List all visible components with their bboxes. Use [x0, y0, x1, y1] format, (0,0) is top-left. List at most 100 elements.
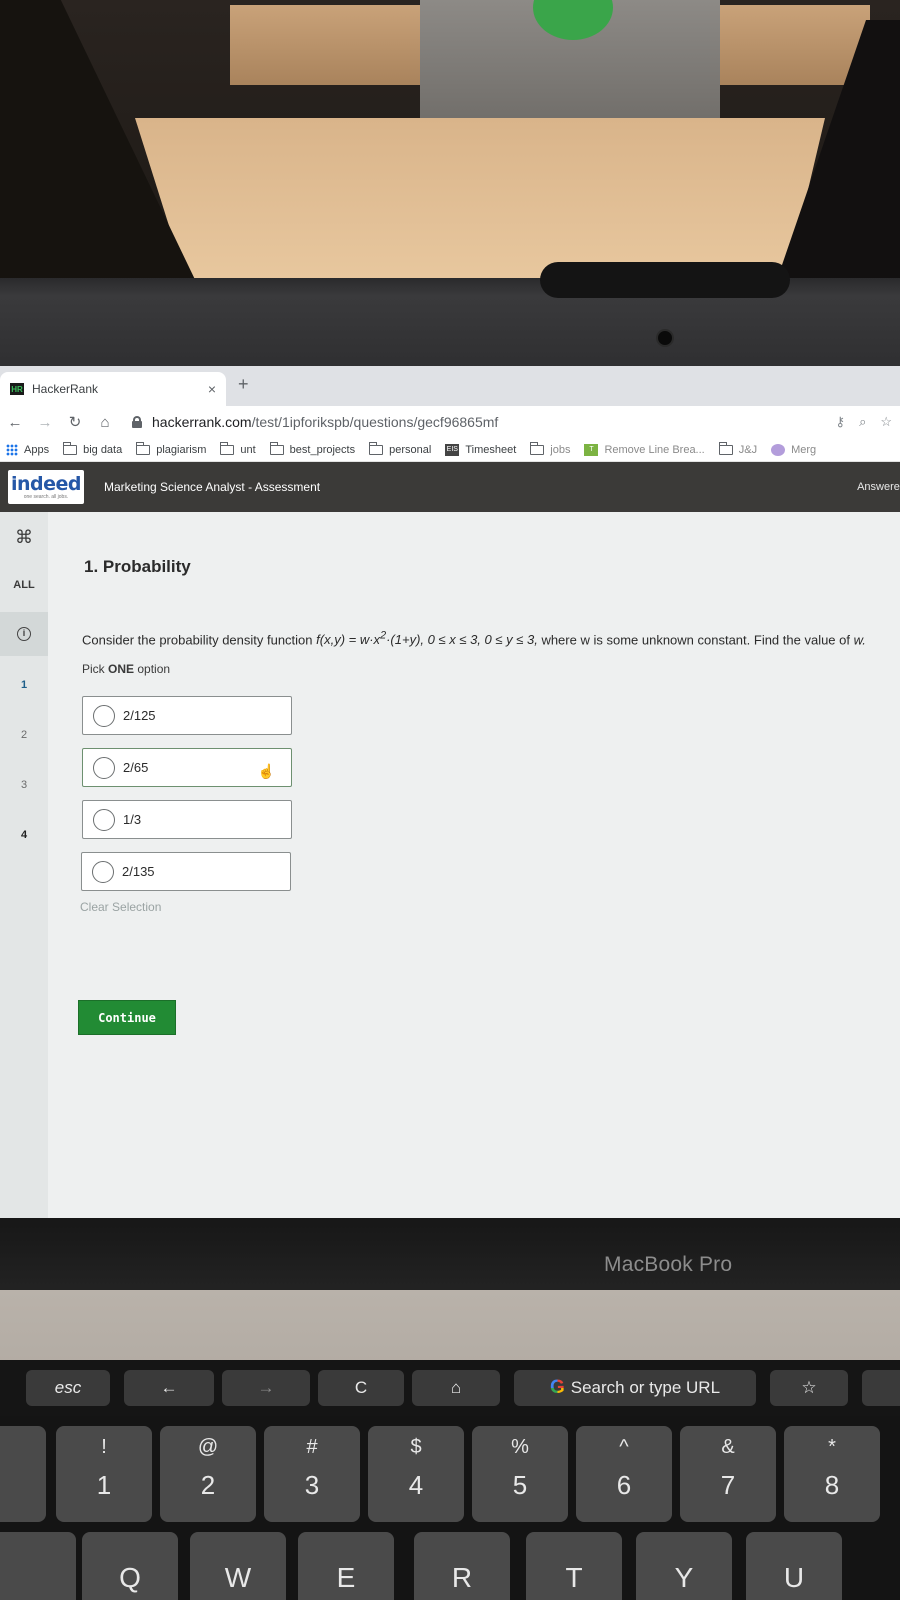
key-symbol: # — [306, 1436, 318, 1458]
key-number: 7 — [720, 1470, 736, 1500]
key-e[interactable]: E — [298, 1532, 394, 1600]
sidebar-item-question-4[interactable]: 4 — [0, 820, 48, 850]
sidebar-item-question-3[interactable]: 3 — [0, 770, 48, 800]
option-label: 2/65 — [123, 760, 149, 775]
sidebar-item-question-1[interactable]: 1 — [0, 670, 48, 700]
touchbar-forward-icon[interactable]: → — [222, 1370, 310, 1406]
key-icon[interactable]: ⚷ — [836, 414, 846, 430]
key-symbol: ^ — [619, 1436, 629, 1458]
bookmark-label: Merg — [791, 443, 817, 456]
question-formula: f(x,y) = w·x2·(1+y), 0 ≤ x ≤ 3, 0 ≤ y ≤ … — [316, 630, 538, 647]
key-1[interactable]: ! 1 — [56, 1426, 152, 1522]
option-2-65[interactable]: 2/65 ☝ — [82, 748, 292, 787]
bookmark-best-projects[interactable]: best_projects — [269, 441, 356, 456]
reload-icon[interactable]: ↻ — [60, 413, 90, 431]
merge-icon — [771, 443, 786, 456]
radio-button[interactable] — [93, 704, 115, 727]
logo-word: indeed — [10, 472, 82, 495]
key-letter: R — [451, 1562, 473, 1593]
touchbar-extra-key[interactable] — [862, 1370, 900, 1406]
option-2-125[interactable]: 2/125 — [82, 696, 292, 735]
url-path: /test/1ipforikspb/questions/gecf96865mf — [251, 414, 499, 430]
bookmark-personal[interactable]: personal — [369, 441, 431, 456]
laptop-screen: HR HackerRank × + ← → ↻ ⌂ hackerrank.com… — [0, 366, 900, 1218]
key-number: 4 — [408, 1470, 424, 1500]
forward-arrow-icon[interactable]: → — [30, 414, 60, 431]
tab-title: HackerRank — [32, 382, 99, 396]
laptop-bottom-bezel — [0, 1218, 900, 1300]
key-q[interactable]: Q — [82, 1532, 178, 1600]
folder-icon — [269, 441, 284, 455]
key-8[interactable]: * 8 — [784, 1426, 880, 1522]
touchbar-search-field[interactable]: G Search or type URL — [514, 1370, 756, 1406]
touchbar-home-icon[interactable]: ⌂ — [412, 1370, 500, 1406]
touchbar-star-icon[interactable]: ☆ — [770, 1370, 848, 1406]
folder-icon — [369, 441, 384, 455]
option-1-3[interactable]: 1/3 — [82, 800, 292, 839]
touchbar-reload-icon[interactable]: C — [318, 1370, 404, 1406]
bookmark-apps[interactable]: Apps — [6, 443, 49, 456]
assessment-title: Marketing Science Analyst - Assessment — [104, 480, 321, 494]
bookmark-timesheet[interactable]: EIS Timesheet — [445, 443, 517, 456]
radio-button[interactable] — [93, 808, 115, 831]
touchbar-back-icon[interactable]: ← — [124, 1370, 214, 1406]
key-3[interactable]: #3 — [264, 1426, 360, 1522]
key-t[interactable]: T — [526, 1532, 622, 1600]
option-2-135[interactable]: 2/135 — [81, 852, 291, 891]
key-symbol: * — [828, 1436, 836, 1458]
bookmark-star-icon[interactable]: ☆ — [880, 414, 892, 430]
key-symbol: ! — [101, 1436, 107, 1458]
question-sidebar: ⌘ ALL i 1 2 3 4 — [0, 512, 48, 1218]
back-arrow-icon[interactable]: ← — [0, 414, 30, 431]
new-tab-button[interactable]: + — [238, 374, 249, 395]
key-y[interactable]: Y — [636, 1532, 732, 1600]
bookmark-unt[interactable]: unt — [220, 441, 256, 456]
key-2[interactable]: @2 — [160, 1426, 256, 1522]
address-bar[interactable]: hackerrank.com/test/1ipforikspb/question… — [152, 414, 836, 430]
sidebar-item-all[interactable]: ALL — [0, 570, 48, 600]
touchbar-esc-key[interactable]: esc — [26, 1370, 110, 1406]
key-6[interactable]: ^ 6 — [576, 1426, 672, 1522]
key-letter: T — [565, 1562, 583, 1593]
hand-pointer-icon: ☝ — [257, 763, 275, 779]
option-label: 1/3 — [123, 812, 142, 827]
t-icon: T — [584, 443, 599, 456]
bookmark-remove-line-breaks[interactable]: T Remove Line Brea... — [584, 443, 705, 456]
close-icon[interactable]: × — [208, 381, 216, 397]
key-u[interactable]: U — [746, 1532, 842, 1600]
bookmark-label: Timesheet — [465, 443, 517, 456]
webcam — [656, 329, 674, 347]
browser-tab[interactable]: HR HackerRank × — [0, 372, 226, 406]
command-icon[interactable]: ⌘ — [0, 522, 48, 552]
key-letter: U — [783, 1562, 805, 1593]
key-4[interactable]: $4 — [368, 1426, 464, 1522]
radio-button[interactable] — [92, 860, 114, 883]
option-label: 2/135 — [122, 864, 155, 879]
bookmark-label: best_projects — [289, 443, 356, 456]
bookmark-big-data[interactable]: big data — [63, 441, 122, 456]
pick-bold: ONE — [108, 662, 135, 676]
key-5[interactable]: % 5 — [472, 1426, 568, 1522]
key-backtick[interactable] — [0, 1426, 46, 1522]
clear-selection-link[interactable]: Clear Selection — [80, 900, 161, 914]
radio-button[interactable] — [93, 756, 115, 779]
bookmark-jnj[interactable]: J&J — [718, 441, 757, 456]
key-letter: W — [224, 1562, 252, 1593]
key-letter: E — [336, 1562, 356, 1593]
logo-tagline: one search. all jobs. — [23, 493, 69, 500]
zoom-icon[interactable]: ⌕ — [859, 414, 866, 430]
continue-button[interactable]: Continue — [78, 1000, 176, 1035]
key-w[interactable]: W — [190, 1532, 286, 1600]
key-r[interactable]: R — [414, 1532, 510, 1600]
key-number: 5 — [512, 1470, 528, 1500]
key-letter: Q — [119, 1562, 141, 1593]
home-icon[interactable]: ⌂ — [90, 414, 120, 431]
bookmark-merge[interactable]: Merg — [771, 443, 817, 456]
sidebar-item-question-2[interactable]: 2 — [0, 720, 48, 750]
sidebar-item-info[interactable]: i — [0, 612, 48, 656]
key-7[interactable]: & 7 — [680, 1426, 776, 1522]
bookmark-plagiarism[interactable]: plagiarism — [136, 441, 206, 456]
key-tab[interactable] — [0, 1532, 76, 1600]
bookmark-label: Remove Line Brea... — [604, 443, 705, 456]
bookmark-jobs[interactable]: jobs — [530, 441, 570, 456]
